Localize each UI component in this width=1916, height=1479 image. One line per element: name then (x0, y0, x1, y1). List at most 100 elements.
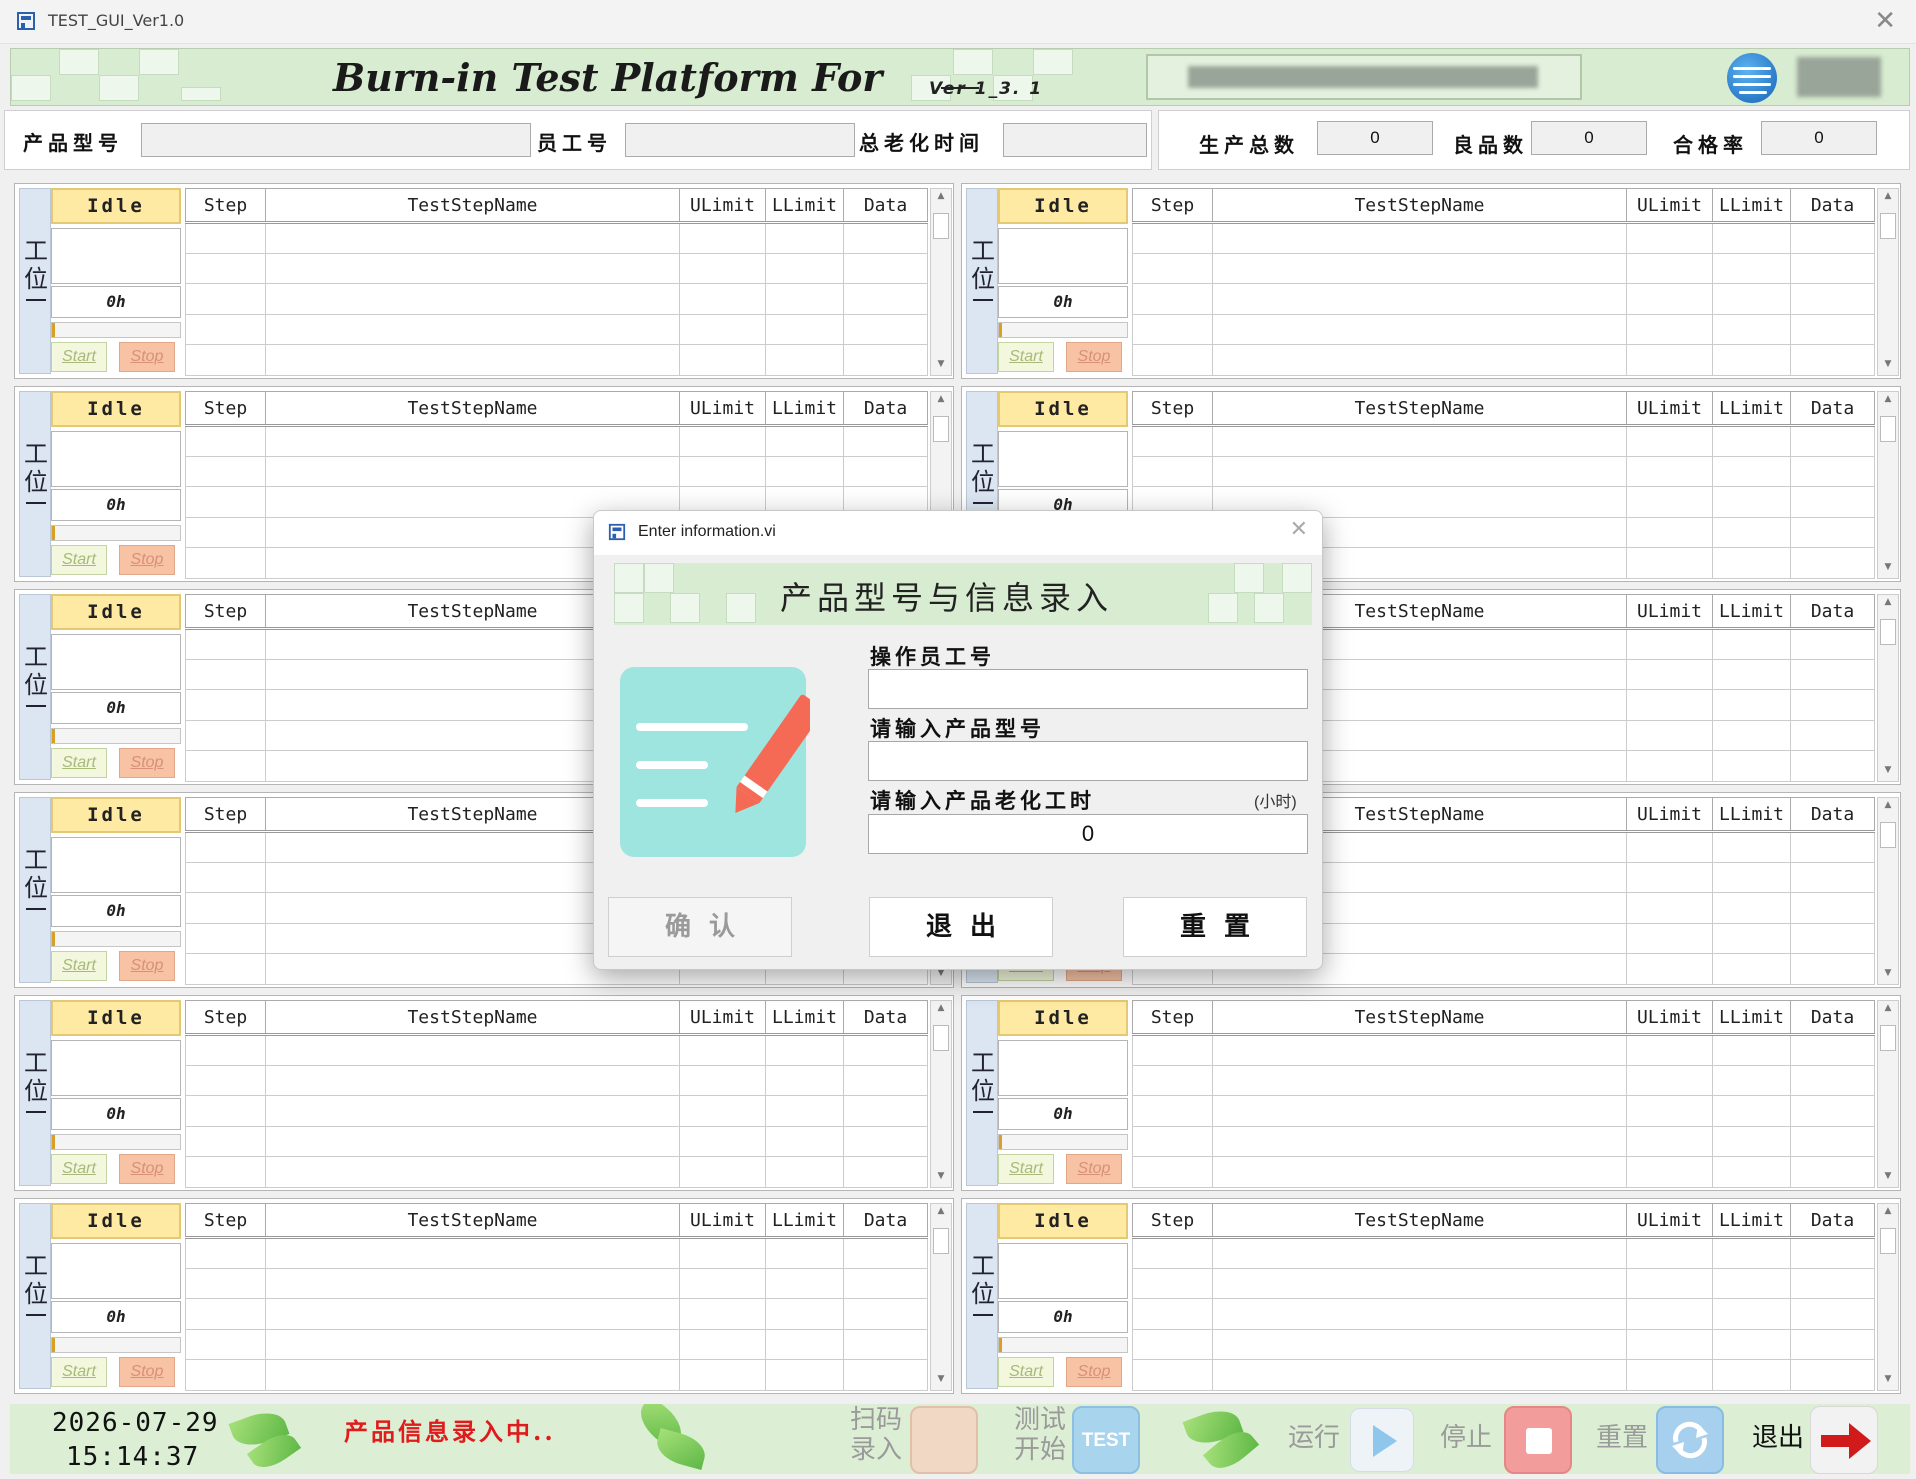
column-header[interactable]: LLimit (1712, 188, 1791, 224)
column-header[interactable]: LLimit (1712, 1203, 1791, 1239)
scroll-down-icon[interactable]: ▼ (1878, 968, 1898, 978)
scroll-thumb[interactable] (933, 1228, 949, 1254)
column-header[interactable]: ULimit (679, 1203, 766, 1239)
station-stop-button[interactable]: Stop (119, 1357, 175, 1387)
scroll-down-icon[interactable]: ▼ (931, 1374, 951, 1384)
column-header[interactable]: Step (1132, 391, 1213, 427)
station-stop-button[interactable]: Stop (119, 1154, 175, 1184)
column-header[interactable]: Data (1790, 594, 1875, 630)
column-header[interactable]: LLimit (1712, 1000, 1791, 1036)
window-close-icon[interactable]: ✕ (1874, 6, 1896, 36)
column-header[interactable]: Data (843, 1203, 928, 1239)
column-header[interactable]: LLimit (1712, 391, 1791, 427)
column-header[interactable]: LLimit (765, 188, 844, 224)
table-scrollbar[interactable]: ▲▼ (1877, 188, 1899, 376)
column-header[interactable]: ULimit (1626, 797, 1713, 833)
scroll-down-icon[interactable]: ▼ (1878, 765, 1898, 775)
scroll-up-icon[interactable]: ▲ (931, 1206, 951, 1216)
scroll-up-icon[interactable]: ▲ (1878, 800, 1898, 810)
column-header[interactable]: TestStepName (265, 391, 680, 427)
column-header[interactable]: TestStepName (1212, 1000, 1627, 1036)
dialog-exit-button[interactable]: 退出 (869, 897, 1053, 957)
table-scrollbar[interactable]: ▲▼ (1877, 391, 1899, 579)
column-header[interactable]: Data (1790, 1203, 1875, 1239)
column-header[interactable]: ULimit (1626, 1203, 1713, 1239)
scroll-down-icon[interactable]: ▼ (1878, 1374, 1898, 1384)
scroll-up-icon[interactable]: ▲ (1878, 597, 1898, 607)
scroll-down-icon[interactable]: ▼ (1878, 1171, 1898, 1181)
scroll-up-icon[interactable]: ▲ (1878, 394, 1898, 404)
column-header[interactable]: Data (843, 188, 928, 224)
operator-id-input[interactable] (868, 669, 1308, 709)
column-header[interactable]: Step (185, 594, 266, 630)
column-header[interactable]: Data (1790, 797, 1875, 833)
column-header[interactable]: Data (843, 1000, 928, 1036)
scroll-thumb[interactable] (1880, 822, 1896, 848)
scroll-thumb[interactable] (1880, 619, 1896, 645)
station-start-button[interactable]: Start (51, 545, 107, 575)
column-header[interactable]: LLimit (1712, 594, 1791, 630)
column-header[interactable]: ULimit (1626, 594, 1713, 630)
table-scrollbar[interactable]: ▲▼ (1877, 1203, 1899, 1391)
column-header[interactable]: ULimit (679, 391, 766, 427)
scroll-down-icon[interactable]: ▼ (931, 359, 951, 369)
scroll-down-icon[interactable]: ▼ (931, 1171, 951, 1181)
scroll-up-icon[interactable]: ▲ (1878, 1003, 1898, 1013)
column-header[interactable]: ULimit (679, 1000, 766, 1036)
scroll-thumb[interactable] (1880, 1228, 1896, 1254)
column-header[interactable]: Step (1132, 188, 1213, 224)
column-header[interactable]: TestStepName (265, 1000, 680, 1036)
station-start-button[interactable]: Start (51, 1357, 107, 1387)
station-stop-button[interactable]: Stop (1066, 1154, 1122, 1184)
column-header[interactable]: TestStepName (1212, 1203, 1627, 1239)
column-header[interactable]: Step (185, 188, 266, 224)
column-header[interactable]: ULimit (1626, 391, 1713, 427)
column-header[interactable]: TestStepName (1212, 391, 1627, 427)
station-stop-button[interactable]: Stop (1066, 342, 1122, 372)
station-start-button[interactable]: Start (51, 748, 107, 778)
table-scrollbar[interactable]: ▲▼ (930, 188, 952, 376)
scroll-up-icon[interactable]: ▲ (1878, 191, 1898, 201)
scroll-thumb[interactable] (1880, 416, 1896, 442)
column-header[interactable]: TestStepName (265, 188, 680, 224)
dialog-close-icon[interactable]: ✕ (1290, 517, 1308, 542)
product-model-input[interactable] (868, 741, 1308, 781)
column-header[interactable]: Data (1790, 391, 1875, 427)
scroll-up-icon[interactable]: ▲ (931, 394, 951, 404)
column-header[interactable]: Step (185, 1203, 266, 1239)
column-header[interactable]: Step (185, 1000, 266, 1036)
column-header[interactable]: Step (185, 391, 266, 427)
station-start-button[interactable]: Start (51, 342, 107, 372)
station-start-button[interactable]: Start (51, 1154, 107, 1184)
scroll-thumb[interactable] (1880, 1025, 1896, 1051)
column-header[interactable]: LLimit (1712, 797, 1791, 833)
scroll-up-icon[interactable]: ▲ (1878, 1206, 1898, 1216)
station-start-button[interactable]: Start (998, 1154, 1054, 1184)
table-scrollbar[interactable]: ▲▼ (1877, 594, 1899, 782)
scroll-thumb[interactable] (1880, 213, 1896, 239)
station-stop-button[interactable]: Stop (119, 342, 175, 372)
column-header[interactable]: LLimit (765, 391, 844, 427)
dialog-reset-button[interactable]: 重置 (1123, 897, 1307, 957)
column-header[interactable]: LLimit (765, 1203, 844, 1239)
column-header[interactable]: ULimit (1626, 188, 1713, 224)
station-start-button[interactable]: Start (998, 1357, 1054, 1387)
column-header[interactable]: ULimit (1626, 1000, 1713, 1036)
table-scrollbar[interactable]: ▲▼ (1877, 1000, 1899, 1188)
column-header[interactable]: Data (1790, 1000, 1875, 1036)
column-header[interactable]: TestStepName (265, 1203, 680, 1239)
scroll-up-icon[interactable]: ▲ (931, 191, 951, 201)
column-header[interactable]: Step (1132, 1000, 1213, 1036)
station-stop-button[interactable]: Stop (119, 545, 175, 575)
confirm-button[interactable]: 确认 (608, 897, 792, 957)
column-header[interactable]: Step (1132, 1203, 1213, 1239)
column-header[interactable]: Data (843, 391, 928, 427)
station-stop-button[interactable]: Stop (1066, 1357, 1122, 1387)
scroll-down-icon[interactable]: ▼ (1878, 562, 1898, 572)
scroll-thumb[interactable] (933, 1025, 949, 1051)
scroll-down-icon[interactable]: ▼ (1878, 359, 1898, 369)
column-header[interactable]: LLimit (765, 1000, 844, 1036)
table-scrollbar[interactable]: ▲▼ (930, 1203, 952, 1391)
column-header[interactable]: ULimit (679, 188, 766, 224)
column-header[interactable]: Data (1790, 188, 1875, 224)
